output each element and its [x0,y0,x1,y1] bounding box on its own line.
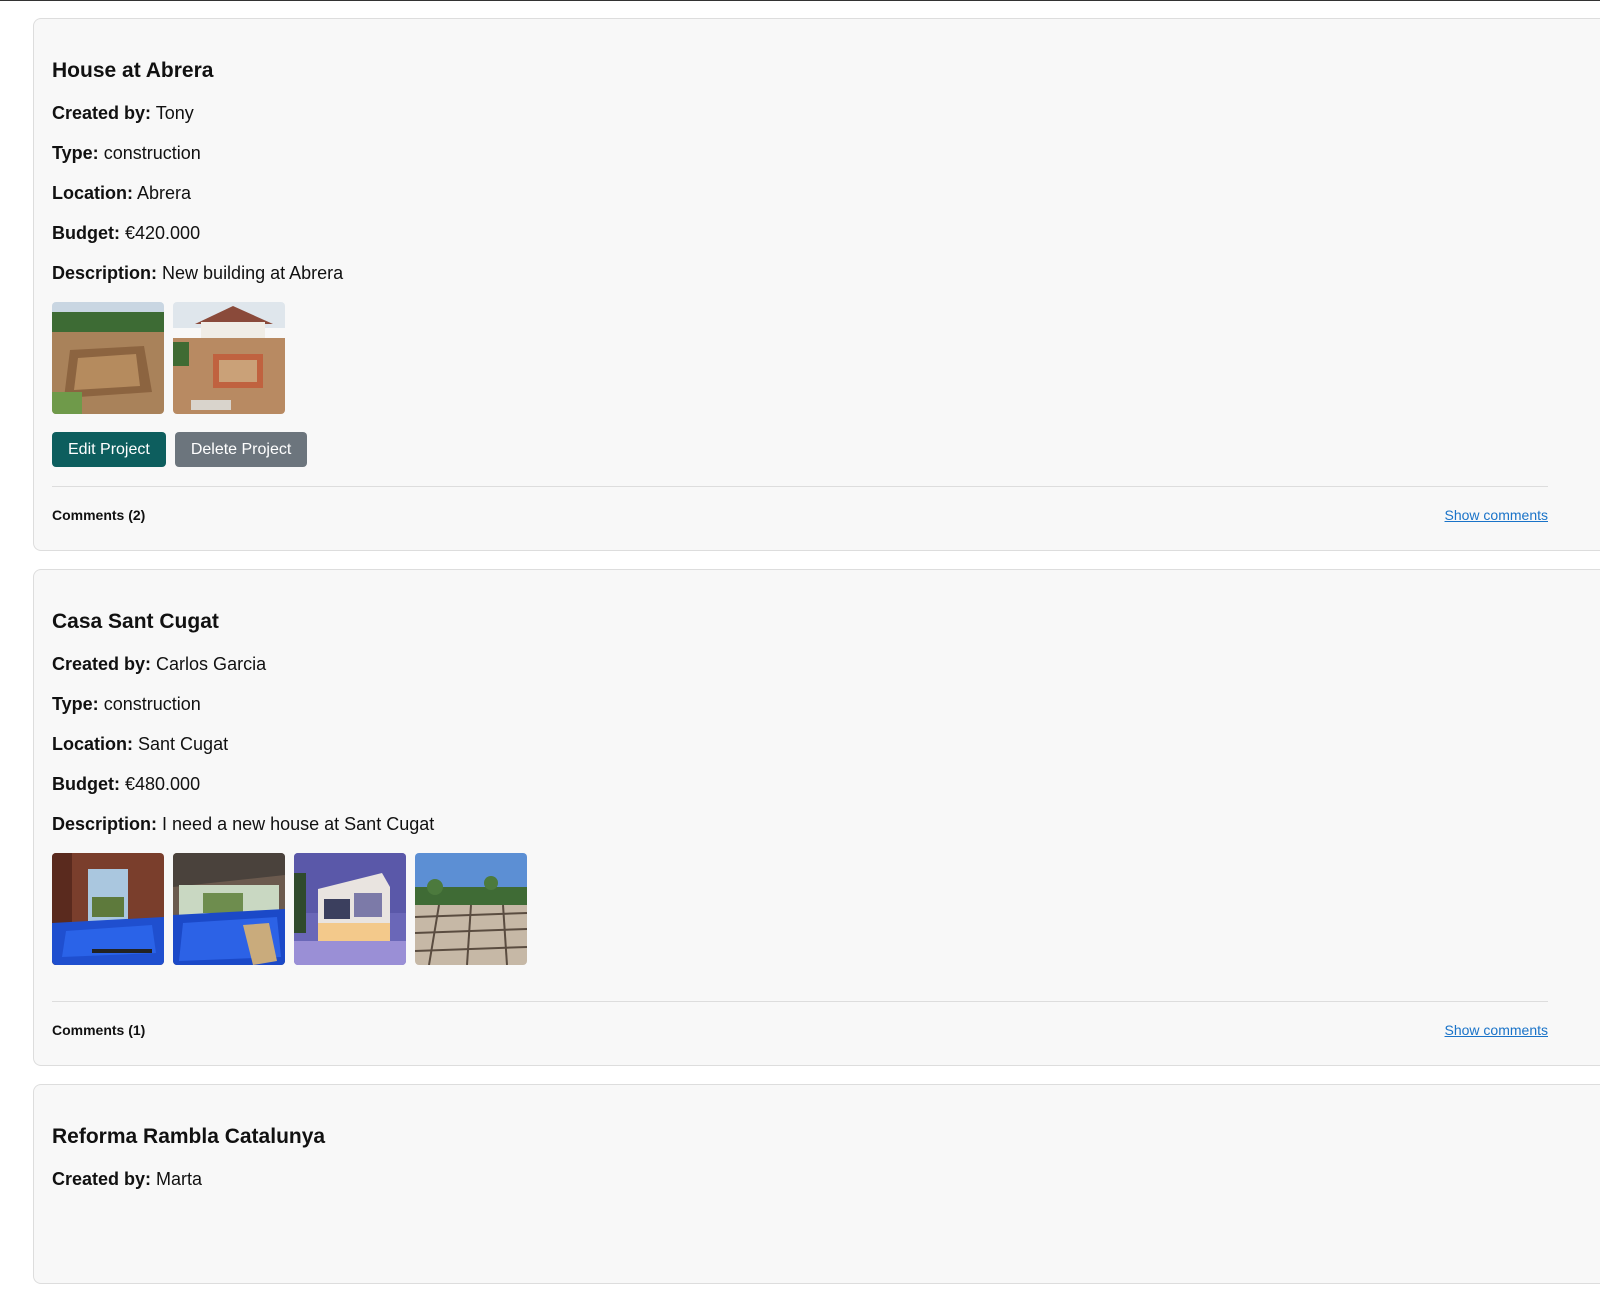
created-by-value: Carlos Garcia [156,654,267,674]
project-actions: Edit Project Delete Project [52,432,1600,467]
created-by-value: Tony [155,103,194,123]
project-image[interactable] [52,302,164,414]
location-label: Location: [52,183,133,203]
location-field: Location: Abrera [52,173,1600,213]
location-value: Abrera [137,183,192,203]
delete-project-button[interactable]: Delete Project [174,432,308,467]
description-field: Description: I need a new house at Sant … [52,804,1600,844]
type-label: Type: [52,143,99,163]
comments-bar: Comments (2) Show comments [52,486,1548,550]
edit-project-button[interactable]: Edit Project [52,432,166,467]
comments-bar: Comments (1) Show comments [52,1001,1548,1065]
comments-count: Comments (2) [52,506,146,523]
budget-label: Budget: [52,223,120,243]
type-field: Type: construction [52,133,1600,173]
show-comments-link[interactable]: Show comments [1445,1022,1548,1038]
location-label: Location: [52,734,133,754]
created-by-label: Created by: [52,1169,152,1189]
project-card: House at Abrera Created by: Tony Type: c… [33,18,1600,551]
budget-value: €480.000 [125,774,201,794]
project-image-gallery [52,853,1600,965]
project-image[interactable] [294,853,406,965]
type-value: construction [103,694,201,714]
created-by-field: Created by: Tony [52,93,1600,133]
show-comments-link[interactable]: Show comments [1445,507,1548,523]
created-by-value: Marta [156,1169,203,1189]
project-image-gallery [52,302,1600,414]
project-title: Casa Sant Cugat [52,610,219,633]
created-by-label: Created by: [52,654,152,674]
budget-value: €420.000 [125,223,201,243]
description-value: I need a new house at Sant Cugat [162,814,435,834]
budget-field: Budget: €480.000 [52,764,1600,804]
description-label: Description: [52,263,158,283]
project-image[interactable] [173,853,285,965]
created-by-label: Created by: [52,103,152,123]
location-field: Location: Sant Cugat [52,724,1600,764]
created-by-field: Created by: Carlos Garcia [52,644,1600,684]
project-image[interactable] [415,853,527,965]
top-border [0,0,1600,1]
created-by-field: Created by: Marta [52,1159,1600,1199]
project-title: House at Abrera [52,59,214,82]
type-field: Type: construction [52,684,1600,724]
budget-label: Budget: [52,774,120,794]
project-title: Reforma Rambla Catalunya [52,1125,326,1148]
project-image[interactable] [52,853,164,965]
comments-count: Comments (1) [52,1021,146,1038]
location-value: Sant Cugat [138,734,229,754]
description-field: Description: New building at Abrera [52,253,1600,293]
project-image[interactable] [173,302,285,414]
project-list: House at Abrera Created by: Tony Type: c… [33,18,1600,1302]
type-label: Type: [52,694,99,714]
description-label: Description: [52,814,158,834]
description-value: New building at Abrera [162,263,344,283]
project-card: Casa Sant Cugat Created by: Carlos Garci… [33,569,1600,1066]
budget-field: Budget: €420.000 [52,213,1600,253]
type-value: construction [103,143,201,163]
project-card: Reforma Rambla Catalunya Created by: Mar… [33,1084,1600,1284]
